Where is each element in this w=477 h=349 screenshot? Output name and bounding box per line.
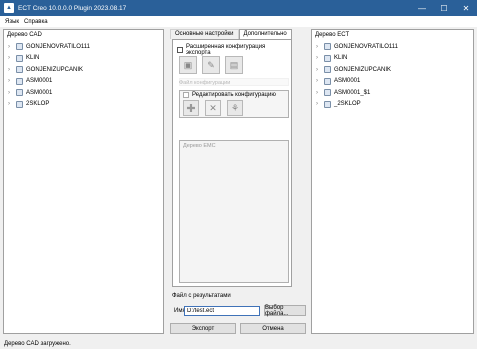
tree-item[interactable]: › GONJENIZUPCANIK <box>4 64 163 76</box>
menu-help[interactable]: Справка <box>24 19 48 25</box>
ect-tree-panel: Дерево ECT › GONJENOVRATILO111 › KLIN › GON… <box>311 29 474 334</box>
tab-advanced[interactable]: Дополнительно <box>238 29 292 39</box>
status-text: Дерево CAD загружено. <box>4 340 71 347</box>
edit-config-option[interactable]: Редактировать конфигурацию <box>183 92 276 98</box>
tree-item[interactable]: › ASM0001 <box>4 76 163 88</box>
export-button[interactable]: Экспорт <box>170 323 236 334</box>
chevron-right-icon[interactable]: › <box>8 90 16 96</box>
part-icon <box>16 43 23 51</box>
ect-tree-header: Дерево ECT <box>315 32 350 38</box>
close-button[interactable]: ✕ <box>455 0 477 16</box>
tree-item-label: ASM0001 <box>26 78 53 85</box>
chevron-right-icon[interactable]: › <box>316 55 324 61</box>
plus-icon: ✚ <box>186 102 196 115</box>
part-icon <box>16 100 23 108</box>
chevron-right-icon[interactable]: › <box>316 90 324 96</box>
part-icon <box>324 66 331 74</box>
emc-tree-box: Дерево EMC <box>179 140 289 283</box>
part-icon <box>16 77 23 85</box>
save-config-button[interactable]: ▣ <box>179 56 197 74</box>
tree-item-label: ASM0001 <box>334 78 361 85</box>
minimize-button[interactable]: — <box>411 0 433 16</box>
status-bar: Дерево CAD загружено. <box>0 338 477 349</box>
edit-icon: ✎ <box>207 59 215 70</box>
chevron-right-icon[interactable]: › <box>8 101 16 107</box>
part-icon <box>324 43 331 51</box>
menu-bar: Язык Справка <box>0 16 477 27</box>
result-file-label: Файл с результатами <box>172 293 231 299</box>
part-icon <box>324 77 331 85</box>
extended-config-option[interactable]: Расширенная конфигурация экспорта <box>177 44 291 56</box>
title-bar: ▲ ECT Creo 10.0.0.0 Plugin 2023.08.17 — … <box>0 0 477 16</box>
chevron-right-icon[interactable]: › <box>316 101 324 107</box>
result-file-input[interactable] <box>184 306 260 316</box>
tree-item-label: ASM0001_$1 <box>334 89 371 96</box>
extended-config-checkbox[interactable] <box>177 47 183 53</box>
advanced-tab-content: Расширенная конфигурация экспорта ▣ ✎ ▤ … <box>172 39 292 287</box>
tree-item-label: GONJENOVRATILO111 <box>334 43 399 50</box>
edit-config-label: Редактировать конфигурацию <box>192 92 276 98</box>
chevron-right-icon[interactable]: › <box>316 44 324 50</box>
tree-item[interactable]: › 2SKLOP <box>4 99 163 111</box>
save-as-icon: ▤ <box>229 59 239 70</box>
save-icon: ▣ <box>183 59 193 70</box>
chevron-right-icon[interactable]: › <box>8 67 16 73</box>
tree-item-label: ASM0001 <box>26 89 53 96</box>
settings-area: Основные настройки Дополнительно Расшире… <box>170 29 306 334</box>
link-icon: ⚘ <box>230 102 240 113</box>
part-icon <box>16 89 23 97</box>
tree-item-label: GONJENIZUPCANIK <box>26 66 84 73</box>
tree-item[interactable]: › GONJENOVRATILO111 <box>312 41 473 53</box>
tree-item-label: GONJENOVRATILO111 <box>26 43 91 50</box>
tree-item-label: KLIN <box>334 55 348 62</box>
add-button[interactable]: ✚ <box>183 100 199 116</box>
tree-item[interactable]: › _2SKLOP <box>312 99 473 111</box>
extended-config-label: Расширенная конфигурация экспорта <box>185 44 266 56</box>
chevron-right-icon[interactable]: › <box>316 67 324 73</box>
tree-item-label: 2SKLOP <box>26 101 50 108</box>
link-button[interactable]: ⚘ <box>227 100 243 116</box>
save-as-config-button[interactable]: ▤ <box>225 56 243 74</box>
part-icon <box>324 89 331 97</box>
part-icon <box>16 66 23 74</box>
window-title: ECT Creo 10.0.0.0 Plugin 2023.08.17 <box>18 4 127 12</box>
tree-item[interactable]: › ASM0001_$1 <box>312 87 473 99</box>
app-logo-icon: ▲ <box>4 3 14 13</box>
tree-item[interactable]: › KLIN <box>4 53 163 65</box>
remove-icon: ✕ <box>209 102 217 113</box>
tree-item[interactable]: › KLIN <box>312 53 473 65</box>
tab-basic-settings[interactable]: Основные настройки <box>170 29 239 39</box>
emc-tree-label: Дерево EMC <box>183 143 216 149</box>
tree-item-label: _2SKLOP <box>334 101 361 108</box>
maximize-button[interactable]: ☐ <box>433 0 455 16</box>
part-icon <box>324 100 331 108</box>
edit-config-checkbox[interactable] <box>183 92 189 98</box>
cad-tree-panel: Дерево CAD › GONJENOVRATILO111 › KLIN › GON… <box>3 29 164 334</box>
settings-tabs: Основные настройки Дополнительно <box>170 29 306 39</box>
choose-file-button[interactable]: Выбор файла... <box>264 305 306 317</box>
chevron-right-icon[interactable]: › <box>8 78 16 84</box>
part-icon <box>324 54 331 62</box>
tree-item-label: GONJENIZUPCANIK <box>334 66 392 73</box>
tree-item[interactable]: › ASM0001 <box>312 76 473 88</box>
tree-item-label: KLIN <box>26 55 40 62</box>
tree-item[interactable]: › GONJENIZUPCANIK <box>312 64 473 76</box>
part-icon <box>16 54 23 62</box>
tree-item[interactable]: › ASM0001 <box>4 87 163 99</box>
chevron-right-icon[interactable]: › <box>8 55 16 61</box>
edit-config-group: Редактировать конфигурацию ✚ ✕ ⚘ <box>179 90 289 118</box>
cad-tree-header: Дерево CAD <box>7 32 42 38</box>
config-file-field <box>179 78 289 86</box>
cancel-button[interactable]: Отмена <box>240 323 306 334</box>
tree-item[interactable]: › GONJENOVRATILO111 <box>4 41 163 53</box>
edit-config-button[interactable]: ✎ <box>202 56 220 74</box>
chevron-right-icon[interactable]: › <box>8 44 16 50</box>
menu-language[interactable]: Язык <box>5 19 19 25</box>
remove-button[interactable]: ✕ <box>205 100 221 116</box>
chevron-right-icon[interactable]: › <box>316 78 324 84</box>
